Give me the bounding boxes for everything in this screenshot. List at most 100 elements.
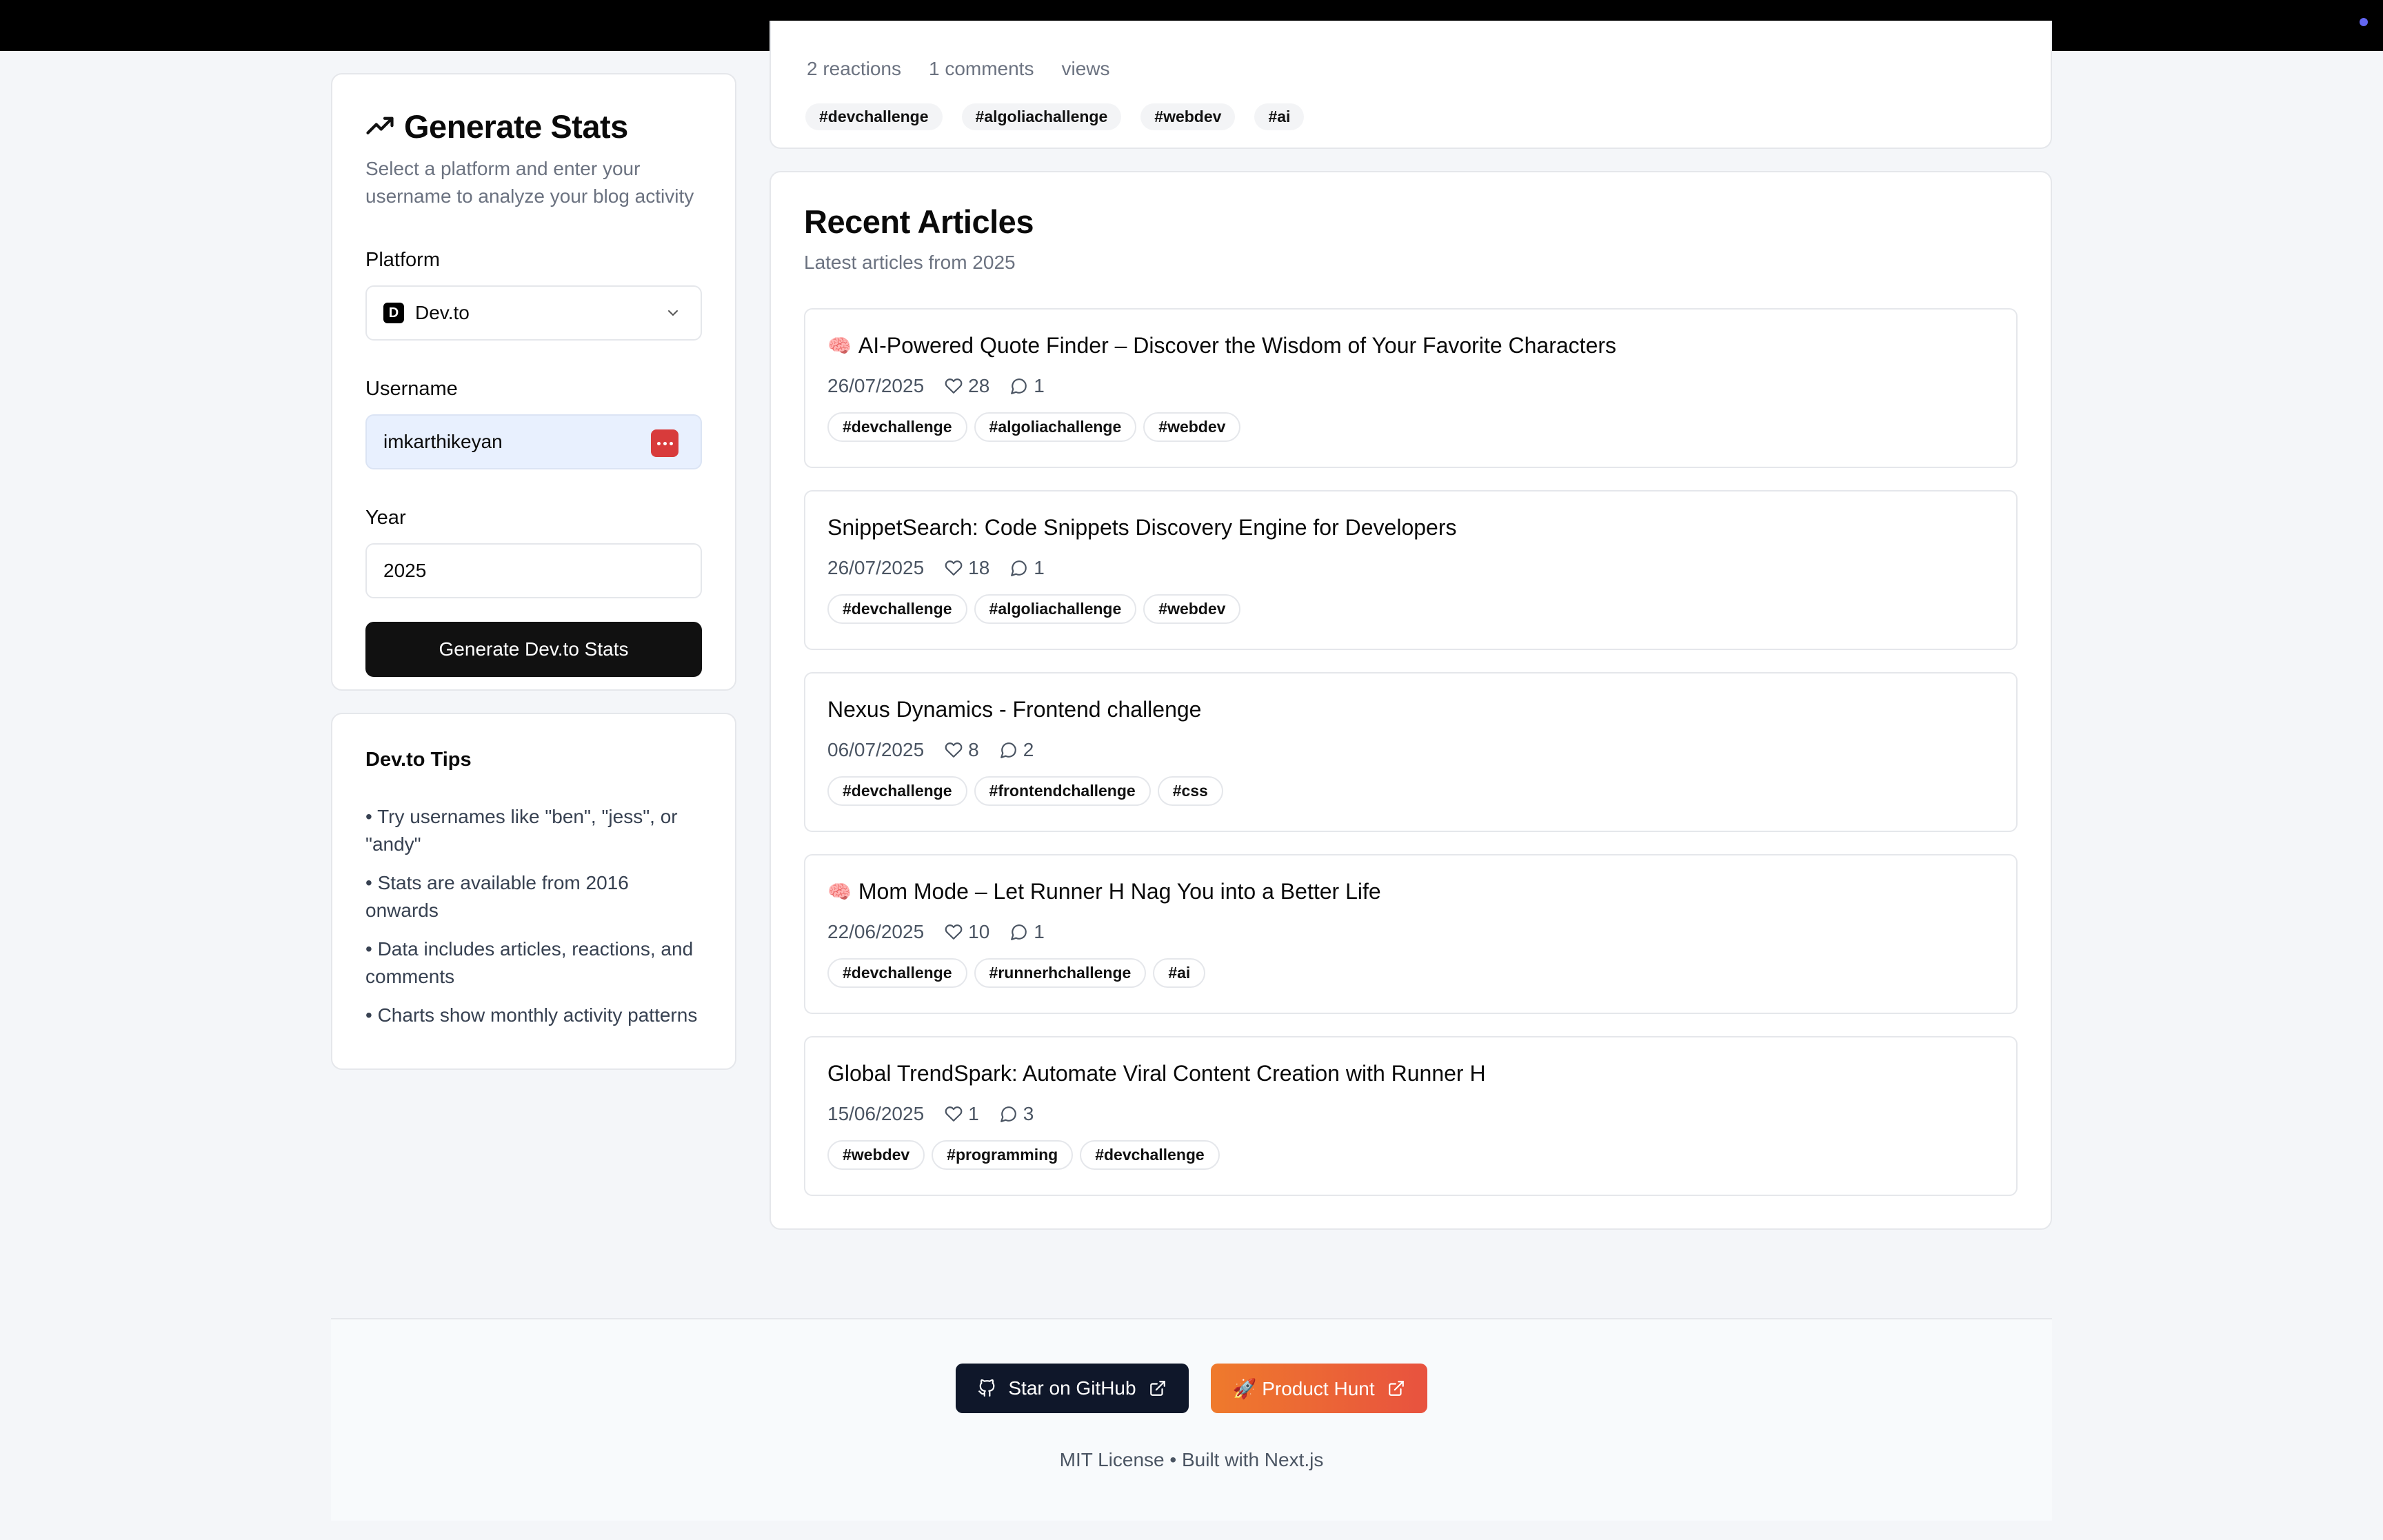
tag[interactable]: #devchallenge (827, 412, 967, 442)
heart-icon (945, 923, 963, 941)
year-value: 2025 (383, 560, 427, 581)
platform-select[interactable]: D Dev.to (365, 285, 702, 341)
comments-count: 3 (1023, 1103, 1034, 1124)
article-reactions: 1 (945, 1103, 979, 1125)
article-title[interactable]: SnippetSearch: Code Snippets Discovery E… (827, 515, 1457, 540)
tip-item: • Try usernames like "ben", "jess", or "… (365, 806, 678, 855)
brain-emoji-icon: 🧠 (827, 335, 852, 356)
devto-tips-card: Dev.to Tips • Try usernames like "ben", … (331, 713, 736, 1070)
username-value: imkarthikeyan (383, 431, 503, 452)
article-reactions: 28 (945, 375, 989, 397)
tip-item: • Stats are available from 2016 onwards (365, 872, 629, 921)
article-item[interactable]: 🧠 Mom Mode – Let Runner H Nag You into a … (804, 854, 2018, 1014)
tag[interactable]: #devchallenge (1080, 1140, 1220, 1170)
tag[interactable]: #ai (1153, 958, 1206, 988)
year-label: Year (365, 507, 406, 529)
article-tags: #devchallenge #algoliachallenge #webdev (827, 594, 1994, 624)
status-dot (2360, 18, 2368, 26)
star-github-button[interactable]: Star on GitHub (956, 1364, 1189, 1413)
article-date: 26/07/2025 (827, 557, 925, 578)
github-label: Star on GitHub (1008, 1377, 1136, 1399)
year-input[interactable]: 2025 (365, 543, 702, 598)
heart-icon (945, 559, 963, 577)
article-title[interactable]: Global TrendSpark: Automate Viral Conten… (827, 1061, 1486, 1086)
devto-logo-icon: D (383, 303, 404, 323)
article-title[interactable]: Nexus Dynamics - Frontend challenge (827, 697, 1201, 722)
footer: Star on GitHub 🚀 Product Hunt MIT Licens… (331, 1318, 2052, 1521)
article-date: 22/06/2025 (827, 921, 925, 942)
recent-articles-title: Recent Articles (804, 203, 1034, 240)
platform-label: Platform (365, 249, 440, 271)
tip-item: • Charts show monthly activity patterns (365, 1004, 698, 1026)
article-item[interactable]: 🧠 AI-Powered Quote Finder – Discover the … (804, 308, 2018, 468)
reactions-count: 28 (968, 375, 990, 396)
tag[interactable]: #webdev (1140, 103, 1236, 130)
comment-icon (1010, 559, 1028, 577)
article-comments: 2 (1000, 739, 1034, 761)
tag[interactable]: #webdev (1143, 412, 1241, 442)
tag[interactable]: #frontendchallenge (974, 776, 1151, 806)
article-item[interactable]: SnippetSearch: Code Snippets Discovery E… (804, 490, 2018, 650)
article-meta: 06/07/2025 8 2 (827, 739, 1994, 761)
external-link-icon (1149, 1381, 1165, 1396)
article-title[interactable]: AI-Powered Quote Finder – Discover the W… (858, 333, 1616, 358)
comment-icon (1010, 923, 1028, 941)
tag[interactable]: #algoliachallenge (961, 103, 1122, 130)
article-meta: 26/07/2025 18 1 (827, 557, 1994, 579)
comments-count: 1 (1034, 375, 1045, 396)
tag[interactable]: #devchallenge (827, 776, 967, 806)
tag[interactable]: #algoliachallenge (974, 412, 1137, 442)
recent-articles-card: Recent Articles Latest articles from 202… (770, 171, 2052, 1230)
product-hunt-button[interactable]: 🚀 Product Hunt (1210, 1364, 1427, 1413)
article-title-row: Nexus Dynamics - Frontend challenge (827, 697, 1994, 722)
tag[interactable]: #runnerhchallenge (974, 958, 1147, 988)
article-item[interactable]: Global TrendSpark: Automate Viral Conten… (804, 1036, 2018, 1196)
username-label: Username (365, 378, 458, 400)
password-manager-icon[interactable] (651, 429, 678, 457)
article-date: 06/07/2025 (827, 739, 925, 760)
tag[interactable]: #algoliachallenge (974, 594, 1137, 624)
comment-icon (1000, 1105, 1018, 1123)
heart-icon (945, 377, 963, 395)
tag[interactable]: #ai (1254, 103, 1305, 130)
article-tags: #webdev #programming #devchallenge (827, 1140, 1994, 1170)
tip-item: • Data includes articles, reactions, and… (365, 938, 694, 987)
article-comments: 1 (1010, 557, 1045, 579)
tag[interactable]: #programming (932, 1140, 1074, 1170)
tag[interactable]: #devchallenge (805, 103, 943, 130)
recent-articles-subtitle: Latest articles from 2025 (804, 252, 1016, 273)
tag[interactable]: #devchallenge (827, 594, 967, 624)
article-reactions: 18 (945, 557, 989, 579)
platform-value: Dev.to (415, 302, 470, 323)
article-reactions: 8 (945, 739, 979, 761)
article-item[interactable]: Nexus Dynamics - Frontend challenge 06/07… (804, 672, 2018, 832)
reactions-count: 10 (968, 921, 990, 942)
comments-count: 2 (1023, 739, 1034, 760)
tag[interactable]: #webdev (827, 1140, 925, 1170)
previous-reactions: 2 reactions (807, 58, 901, 79)
chevron-down-icon (668, 310, 678, 316)
username-input[interactable]: imkarthikeyan (365, 414, 702, 469)
generate-stats-card: Generate Stats Select a platform and ent… (331, 73, 736, 691)
article-comments: 3 (1000, 1103, 1034, 1125)
comment-icon (1000, 741, 1018, 759)
heart-icon (945, 1105, 963, 1123)
article-date: 15/06/2025 (827, 1103, 925, 1124)
article-reactions: 10 (945, 921, 989, 943)
article-title-row: 🧠 Mom Mode – Let Runner H Nag You into a … (827, 879, 1994, 904)
previous-comments: 1 comments (928, 58, 1034, 79)
article-title[interactable]: Mom Mode – Let Runner H Nag You into a B… (858, 879, 1381, 904)
articles-list: 🧠 AI-Powered Quote Finder – Discover the … (804, 308, 2018, 1196)
generate-stats-header: Generate Stats (365, 108, 702, 145)
reactions-count: 18 (968, 557, 990, 578)
reactions-count: 1 (968, 1103, 979, 1124)
generate-stats-button[interactable]: Generate Dev.to Stats (365, 622, 702, 677)
tag[interactable]: #webdev (1143, 594, 1241, 624)
tag[interactable]: #css (1157, 776, 1223, 806)
reactions-count: 8 (968, 739, 979, 760)
tips-title: Dev.to Tips (365, 749, 472, 771)
article-meta: 22/06/2025 10 1 (827, 921, 1994, 943)
tag[interactable]: #devchallenge (827, 958, 967, 988)
article-meta: 15/06/2025 1 3 (827, 1103, 1994, 1125)
article-date: 26/07/2025 (827, 375, 925, 396)
